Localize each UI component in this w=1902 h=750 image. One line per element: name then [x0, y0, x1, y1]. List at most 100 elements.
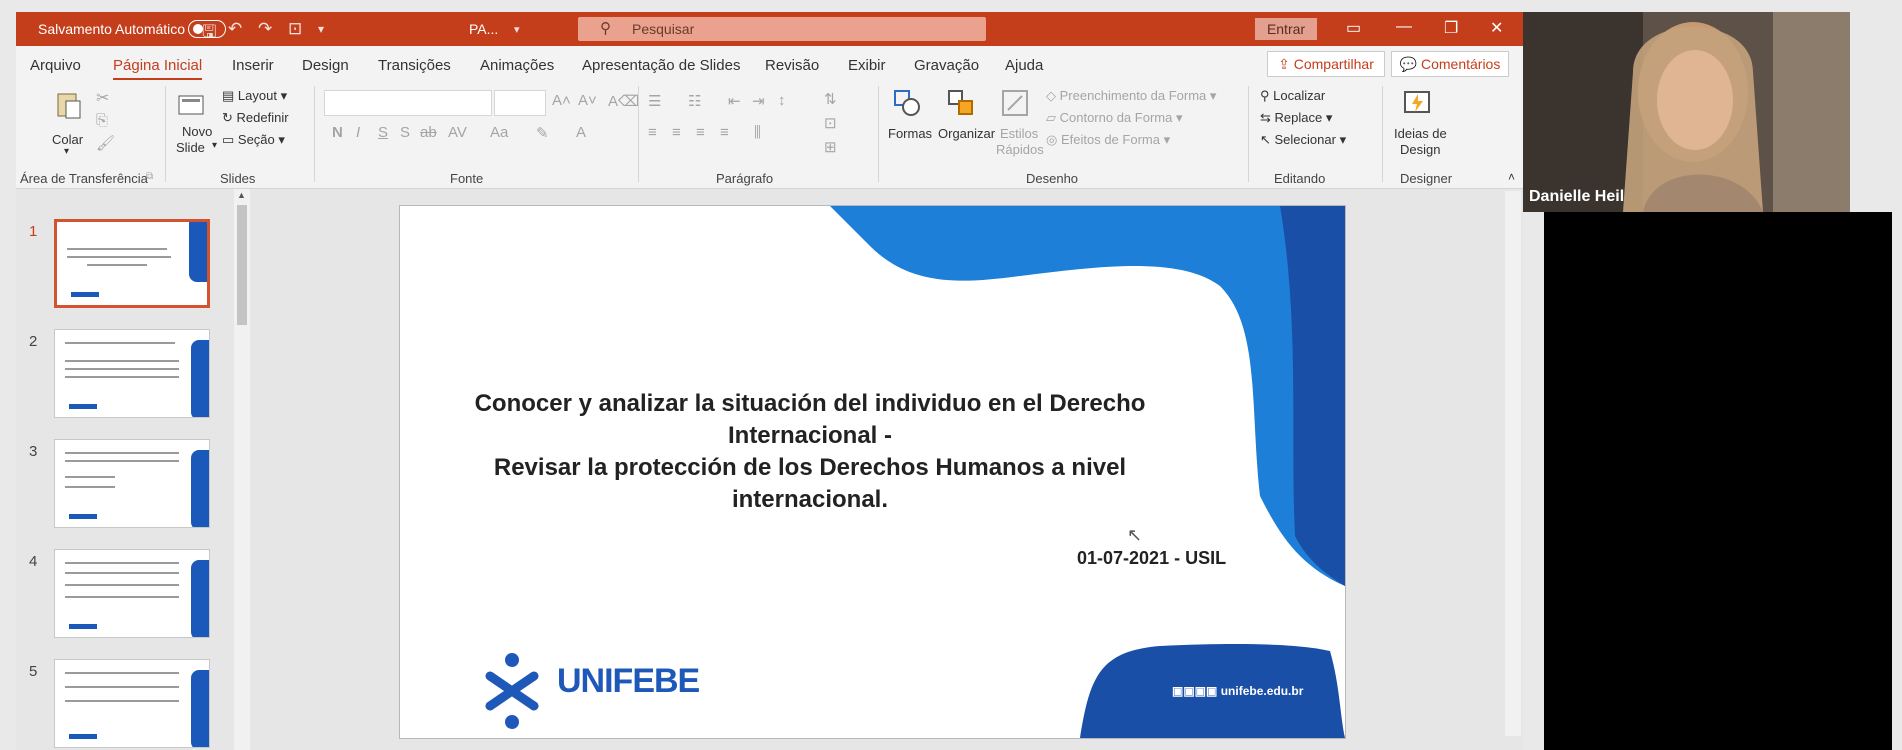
- tab-review[interactable]: Revisão: [765, 57, 819, 74]
- shape-fill-button[interactable]: ◇ Preenchimento da Forma ▾: [1046, 88, 1216, 104]
- align-right-icon[interactable]: ≡: [696, 124, 705, 141]
- undo-icon[interactable]: ↶: [228, 19, 242, 39]
- tab-animations[interactable]: Animações: [480, 57, 554, 74]
- tab-insert[interactable]: Inserir: [232, 57, 274, 74]
- shrink-font-icon[interactable]: A˅: [578, 92, 597, 109]
- reset-button[interactable]: ↻ Redefinir: [222, 110, 289, 126]
- new-slide-chevron-icon[interactable]: ▾: [212, 140, 217, 151]
- increase-indent-icon[interactable]: ⇥: [752, 92, 765, 110]
- align-text-icon[interactable]: ⊡: [824, 114, 837, 132]
- collapse-ribbon-icon[interactable]: ˄: [1508, 170, 1515, 184]
- text-direction-icon[interactable]: ⇅: [824, 90, 837, 108]
- paste-icon[interactable]: [54, 90, 84, 120]
- font-size-dropdown[interactable]: [494, 90, 546, 116]
- highlight-icon[interactable]: ✎: [536, 124, 549, 142]
- format-painter-icon[interactable]: 🖌: [96, 134, 115, 152]
- share-button[interactable]: ⇪ Compartilhar: [1267, 51, 1385, 77]
- slide-thumbnail-4[interactable]: [54, 549, 210, 638]
- slide-title[interactable]: Conocer y analizar la situación del indi…: [470, 388, 1150, 516]
- customize-chevron-icon[interactable]: ▾: [318, 22, 324, 36]
- slide-scrollbar[interactable]: [1505, 191, 1521, 736]
- tab-view[interactable]: Exibir: [848, 57, 886, 74]
- tab-slideshow[interactable]: Apresentação de Slides: [582, 57, 740, 74]
- grow-font-icon[interactable]: A˄: [552, 92, 571, 109]
- smartart-icon[interactable]: ⊞: [824, 138, 837, 156]
- save-icon[interactable]: 🖫: [202, 19, 216, 48]
- arrange-icon[interactable]: [946, 88, 976, 118]
- slide-subtitle[interactable]: 01-07-2021 - USIL: [1077, 548, 1226, 569]
- design-ideas-label-1[interactable]: Ideias de: [1394, 126, 1447, 141]
- close-icon[interactable]: ✕: [1490, 18, 1503, 38]
- thumbnail-number: 4: [29, 553, 38, 570]
- slide-thumbnail-3[interactable]: [54, 439, 210, 528]
- shape-effects-button[interactable]: ◎ Efeitos de Forma ▾: [1046, 132, 1170, 148]
- cut-icon[interactable]: ✂: [96, 88, 109, 108]
- tab-file[interactable]: Arquivo: [30, 57, 81, 74]
- ribbon-display-icon[interactable]: ▭: [1346, 18, 1361, 38]
- tab-home[interactable]: Página Inicial: [113, 57, 203, 81]
- search-box[interactable]: ⚲ Pesquisar: [578, 17, 986, 41]
- shapes-label[interactable]: Formas: [888, 126, 932, 141]
- decrease-indent-icon[interactable]: ⇤: [728, 92, 741, 110]
- layout-button[interactable]: ▤ Layout ▾: [222, 88, 287, 104]
- paste-chevron-icon[interactable]: ▾: [64, 146, 69, 157]
- new-slide-label-2[interactable]: Slide: [176, 140, 205, 155]
- paste-label[interactable]: Colar: [52, 132, 83, 147]
- shape-outline-button[interactable]: ▱ Contorno da Forma ▾: [1046, 110, 1182, 126]
- thumb-line: [65, 562, 179, 564]
- strikethrough-icon[interactable]: ab: [420, 124, 437, 141]
- quick-styles-icon[interactable]: [1000, 88, 1030, 118]
- thumbnail-scrollbar[interactable]: ▲: [234, 189, 250, 750]
- redo-icon[interactable]: ↷: [258, 19, 272, 39]
- document-name[interactable]: PA...: [469, 21, 498, 37]
- design-ideas-label-2[interactable]: Design: [1400, 142, 1440, 157]
- tab-recording[interactable]: Gravação: [914, 57, 979, 74]
- bullets-icon[interactable]: ☰: [648, 92, 661, 110]
- columns-icon[interactable]: ⫼: [754, 124, 761, 141]
- minimize-icon[interactable]: —: [1396, 18, 1412, 36]
- tab-help[interactable]: Ajuda: [1005, 57, 1043, 74]
- font-name-dropdown[interactable]: [324, 90, 492, 116]
- align-left-icon[interactable]: ≡: [648, 124, 657, 141]
- docname-chevron-icon[interactable]: ▾: [514, 23, 520, 36]
- comments-button[interactable]: 💬 Comentários: [1391, 51, 1509, 77]
- quick-styles-label-2[interactable]: Rápidos: [996, 142, 1044, 157]
- new-slide-label-1[interactable]: Novo: [182, 124, 212, 139]
- section-button[interactable]: ▭ Seção ▾: [222, 132, 285, 148]
- replace-button[interactable]: ⇆ Replace ▾: [1260, 110, 1332, 126]
- signin-button[interactable]: Entrar: [1255, 18, 1317, 40]
- clear-format-icon[interactable]: A⌫: [608, 92, 639, 110]
- copy-icon[interactable]: ⎘: [96, 112, 108, 129]
- restore-icon[interactable]: ❐: [1444, 18, 1458, 38]
- shadow-icon[interactable]: S: [400, 124, 410, 141]
- arrange-label[interactable]: Organizar: [938, 126, 995, 141]
- design-ideas-icon[interactable]: [1402, 88, 1432, 118]
- justify-icon[interactable]: ≡: [720, 124, 729, 141]
- numbering-icon[interactable]: ☷: [688, 92, 701, 110]
- line-spacing-icon[interactable]: ↕: [778, 92, 786, 109]
- change-case-icon[interactable]: Aa: [490, 124, 508, 141]
- bold-icon[interactable]: N: [332, 124, 343, 141]
- char-spacing-icon[interactable]: AV: [448, 124, 467, 141]
- scroll-up-icon[interactable]: ▲: [237, 190, 246, 200]
- tab-transitions[interactable]: Transições: [378, 57, 451, 74]
- thumb-line: [65, 452, 179, 454]
- underline-icon[interactable]: S: [378, 124, 388, 141]
- scroll-thumb[interactable]: [237, 205, 247, 325]
- find-button[interactable]: ⚲ Localizar: [1260, 88, 1325, 104]
- clipboard-launcher-icon[interactable]: ⧉: [146, 171, 153, 182]
- slide-title-line: Revisar la protección de los Derechos Hu…: [493, 454, 1127, 481]
- current-slide[interactable]: Conocer y analizar la situación del indi…: [399, 205, 1346, 739]
- shapes-icon[interactable]: [892, 88, 922, 118]
- align-center-icon[interactable]: ≡: [672, 124, 681, 141]
- italic-icon[interactable]: I: [356, 124, 360, 141]
- font-color-icon[interactable]: A: [576, 124, 586, 141]
- select-button[interactable]: ↖ Selecionar ▾: [1260, 132, 1346, 148]
- slide-thumbnail-5[interactable]: [54, 659, 210, 748]
- slide-thumbnail-2[interactable]: [54, 329, 210, 418]
- quick-styles-label-1[interactable]: Estilos: [1000, 126, 1038, 141]
- new-slide-icon[interactable]: [176, 90, 206, 120]
- present-icon[interactable]: ⊡: [288, 19, 302, 39]
- slide-thumbnail-1[interactable]: [54, 219, 210, 308]
- tab-design[interactable]: Design: [302, 57, 349, 74]
